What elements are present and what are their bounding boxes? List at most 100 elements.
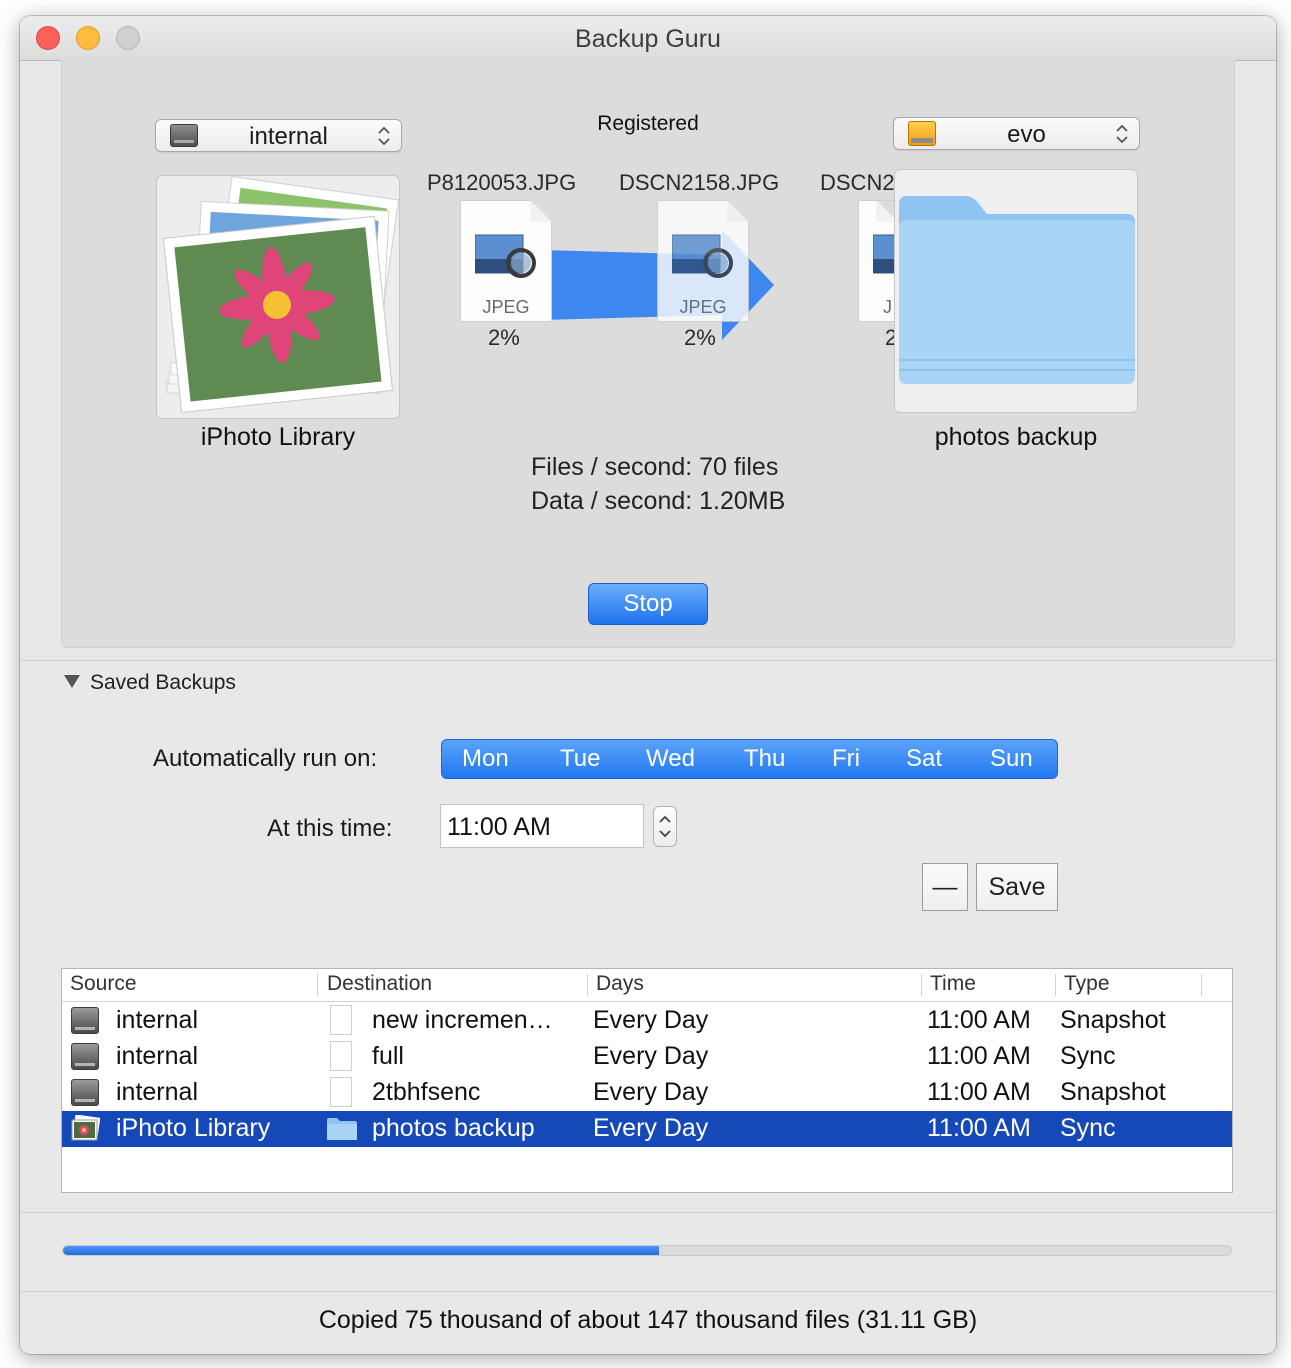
column-header-destination[interactable]: Destination	[327, 972, 432, 996]
section-divider	[20, 1291, 1276, 1292]
folder-icon	[327, 1118, 357, 1140]
column-divider	[1055, 974, 1056, 996]
column-divider	[587, 974, 588, 996]
chevron-up-down-icon	[1116, 124, 1128, 144]
row-source: internal	[116, 1006, 198, 1034]
table-header: Source Destination Days Time Type	[62, 969, 1232, 1002]
column-header-type[interactable]: Type	[1064, 972, 1110, 996]
day-thu-toggle[interactable]: Thu	[744, 745, 785, 773]
saved-backups-disclosure[interactable]: Saved Backups	[64, 671, 236, 695]
row-type: Snapshot	[1060, 1078, 1166, 1106]
column-header-time[interactable]: Time	[930, 972, 976, 996]
file-progress-percent: 2%	[684, 325, 716, 350]
column-divider	[921, 974, 922, 996]
source-drive-label: internal	[249, 123, 328, 150]
preview-icon	[672, 234, 733, 278]
row-source: iPhoto Library	[116, 1114, 271, 1142]
overall-progress-bar	[62, 1245, 1232, 1256]
hard-drive-icon	[71, 1079, 99, 1106]
source-drive-popup[interactable]: internal	[155, 119, 402, 152]
hard-drive-icon	[170, 124, 198, 147]
section-divider	[20, 1212, 1276, 1213]
chevron-up-down-icon	[378, 126, 390, 146]
jpeg-file-icon: JPEG	[657, 200, 749, 322]
row-days: Every Day	[593, 1042, 709, 1070]
transfer-panel: Registered internal evo iPhoto Library P…	[61, 60, 1235, 648]
row-source: internal	[116, 1042, 198, 1070]
day-sun-toggle[interactable]: Sun	[990, 745, 1033, 773]
row-time: 11:00 AM	[927, 1078, 1031, 1106]
row-type: Sync	[1060, 1042, 1116, 1070]
transfer-file-name: DSCN2	[820, 170, 895, 195]
external-drive-icon	[908, 121, 936, 146]
remove-backup-button[interactable]: —	[922, 863, 968, 911]
column-header-days[interactable]: Days	[596, 972, 644, 996]
iphoto-library-icon	[162, 176, 400, 414]
destination-item-label: photos backup	[934, 423, 1098, 451]
row-type: Sync	[1060, 1114, 1116, 1142]
column-header-source[interactable]: Source	[70, 972, 137, 996]
row-destination: 2tbhfsenc	[372, 1078, 481, 1106]
save-button[interactable]: Save	[976, 863, 1058, 911]
preview-icon	[475, 234, 536, 278]
title-bar: Backup Guru	[20, 16, 1276, 61]
row-type: Snapshot	[1060, 1006, 1166, 1034]
row-days: Every Day	[593, 1114, 709, 1142]
table-row[interactable]: internal 2tbhfsenc Every Day 11:00 AM Sn…	[62, 1075, 1232, 1111]
source-item-tile[interactable]	[156, 175, 400, 419]
hard-drive-icon	[71, 1043, 99, 1070]
day-sat-toggle[interactable]: Sat	[906, 745, 942, 773]
column-divider	[317, 974, 318, 996]
row-time: 11:00 AM	[927, 1114, 1031, 1142]
progress-bar-fill	[63, 1246, 659, 1255]
transfer-stats: Files / second: 70 files Data / second: …	[531, 450, 785, 518]
time-input[interactable]: 11:00 AM	[440, 804, 644, 848]
destination-item-tile[interactable]	[894, 169, 1138, 413]
time-stepper[interactable]	[653, 806, 677, 847]
time-label: At this time:	[267, 815, 393, 842]
day-fri-toggle[interactable]: Fri	[832, 745, 860, 773]
stop-button[interactable]: Stop	[588, 583, 708, 625]
window-title: Backup Guru	[575, 25, 721, 53]
row-source: internal	[116, 1078, 198, 1106]
table-row[interactable]: internal full Every Day 11:00 AM Sync	[62, 1039, 1232, 1075]
row-time: 11:00 AM	[927, 1042, 1031, 1070]
app-window: Backup Guru Registered internal evo iPho…	[20, 16, 1276, 1354]
disclosure-triangle-icon	[64, 675, 80, 688]
row-days: Every Day	[593, 1078, 709, 1106]
file-progress-percent: 2%	[488, 325, 520, 350]
iphoto-icon	[71, 1115, 101, 1141]
hard-drive-icon	[71, 1007, 99, 1034]
status-message: Copied 75 thousand of about 147 thousand…	[318, 1306, 978, 1334]
row-destination: new incremen…	[372, 1006, 553, 1034]
file-type-label: JPEG	[679, 297, 727, 317]
transfer-file-name: DSCN2158.JPG	[619, 170, 780, 195]
row-destination: full	[372, 1042, 404, 1070]
jpeg-file-icon: J	[858, 200, 898, 322]
table-row-selected[interactable]: iPhoto Library photos backup Every Day 1…	[62, 1111, 1232, 1147]
destination-drive-popup[interactable]: evo	[893, 117, 1140, 150]
chevron-up-down-icon	[659, 815, 671, 838]
auto-run-label: Automatically run on:	[153, 745, 378, 772]
day-tue-toggle[interactable]: Tue	[560, 745, 600, 773]
jpeg-file-icon: JPEG	[460, 200, 552, 322]
document-icon	[330, 1005, 352, 1035]
row-destination: photos backup	[372, 1114, 535, 1142]
source-item-label: iPhoto Library	[200, 423, 356, 451]
weekday-selector: Mon Tue Wed Thu Fri Sat Sun	[441, 739, 1058, 779]
files-per-second: Files / second: 70 files	[531, 453, 779, 481]
table-row[interactable]: internal new incremen… Every Day 11:00 A…	[62, 1003, 1232, 1039]
saved-backups-table: Source Destination Days Time Type intern…	[61, 968, 1233, 1193]
row-time: 11:00 AM	[927, 1006, 1031, 1034]
document-icon	[330, 1041, 352, 1071]
day-mon-toggle[interactable]: Mon	[462, 745, 509, 773]
section-divider	[20, 660, 1276, 661]
day-wed-toggle[interactable]: Wed	[646, 745, 695, 773]
saved-backups-title: Saved Backups	[90, 671, 236, 694]
destination-drive-label: evo	[1007, 121, 1046, 148]
column-divider	[1201, 974, 1202, 996]
document-icon	[330, 1077, 352, 1107]
data-per-second: Data / second: 1.20MB	[531, 487, 786, 515]
row-days: Every Day	[593, 1006, 709, 1034]
folder-icon	[899, 196, 1135, 384]
